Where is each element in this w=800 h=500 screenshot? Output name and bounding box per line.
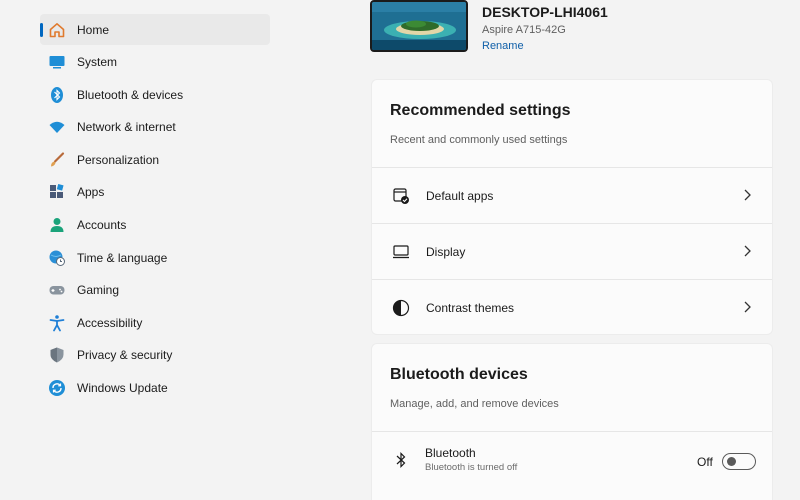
sidebar-item-label: Accessibility	[77, 315, 143, 330]
bluetooth-row: Bluetooth Bluetooth is turned off Off	[372, 431, 772, 487]
row-label: Display	[426, 244, 466, 259]
sidebar-item-label: Accounts	[77, 218, 127, 233]
sidebar-item-privacy-security[interactable]: Privacy & security	[40, 340, 270, 371]
sidebar-item-accounts[interactable]: Accounts	[40, 210, 270, 241]
sidebar-item-label: Network & internet	[77, 120, 176, 135]
sidebar-item-label: System	[77, 55, 118, 70]
card-title: Recommended settings	[390, 102, 571, 119]
sidebar-item-windows-update[interactable]: Windows Update	[40, 373, 270, 404]
sidebar-item-system[interactable]: System	[40, 47, 270, 78]
row-label: Contrast themes	[426, 300, 515, 315]
card-subtitle: Recent and commonly used settings	[390, 134, 568, 146]
bluetooth-devices-card: Bluetooth devices Manage, add, and remov…	[371, 343, 773, 500]
card-title: Bluetooth devices	[390, 366, 528, 383]
rename-link[interactable]: Rename	[482, 40, 524, 52]
brush-icon	[48, 151, 66, 169]
row-label: Default apps	[426, 188, 494, 203]
home-icon	[48, 21, 66, 39]
contrast-icon	[391, 298, 411, 318]
bluetooth-icon	[391, 450, 411, 470]
bluetooth-toggle[interactable]	[722, 453, 756, 470]
sidebar-item-label: Windows Update	[77, 381, 168, 396]
chevron-right-icon	[742, 300, 752, 319]
card-subtitle: Manage, add, and remove devices	[390, 398, 559, 410]
sidebar-nav: Home System Bluetooth & devices Network …	[40, 14, 270, 405]
contrast-themes-row[interactable]: Contrast themes	[372, 279, 772, 335]
system-icon	[48, 53, 66, 71]
globe-clock-icon	[48, 249, 66, 267]
sidebar-item-label: Apps	[77, 185, 105, 200]
wifi-icon	[48, 118, 66, 136]
sidebar-item-apps[interactable]: Apps	[40, 177, 270, 208]
default-apps-row[interactable]: Default apps	[372, 167, 772, 223]
accessibility-icon	[48, 314, 66, 332]
sidebar-item-label: Time & language	[77, 250, 168, 265]
chevron-right-icon	[742, 244, 752, 263]
sidebar-item-label: Gaming	[77, 283, 120, 298]
sidebar-item-label: Bluetooth & devices	[77, 87, 184, 102]
accounts-icon	[48, 216, 66, 234]
sidebar-item-label: Privacy & security	[77, 348, 173, 363]
device-wallpaper-thumbnail	[370, 0, 468, 52]
sidebar-item-label: Home	[77, 22, 110, 37]
bluetooth-row-text: Bluetooth Bluetooth is turned off	[425, 446, 517, 473]
sidebar-item-personalization[interactable]: Personalization	[40, 144, 270, 175]
toggle-state-label: Off	[697, 455, 713, 469]
shield-icon	[48, 346, 66, 364]
gamepad-icon	[48, 281, 66, 299]
sidebar-item-gaming[interactable]: Gaming	[40, 275, 270, 306]
sidebar-item-network[interactable]: Network & internet	[40, 112, 270, 143]
chevron-right-icon	[742, 188, 752, 207]
bluetooth-status: Bluetooth is turned off	[425, 462, 518, 473]
device-model: Aspire A715-42G	[482, 24, 566, 36]
sidebar-item-time-language[interactable]: Time & language	[40, 242, 270, 273]
sidebar-item-label: Personalization	[77, 152, 160, 167]
recommended-settings-card: Recommended settings Recent and commonly…	[371, 79, 773, 335]
sidebar-item-bluetooth[interactable]: Bluetooth & devices	[40, 79, 270, 110]
display-row[interactable]: Display	[372, 223, 772, 279]
device-name: DESKTOP-LHI4061	[482, 4, 608, 20]
display-icon	[391, 242, 411, 262]
update-icon	[48, 379, 66, 397]
default-apps-icon	[391, 186, 411, 206]
toggle-knob	[727, 457, 736, 466]
bluetooth-icon	[48, 86, 66, 104]
bluetooth-name: Bluetooth	[425, 446, 476, 460]
sidebar-item-accessibility[interactable]: Accessibility	[40, 307, 270, 338]
sidebar-item-home[interactable]: Home	[40, 14, 270, 45]
apps-icon	[48, 183, 66, 201]
